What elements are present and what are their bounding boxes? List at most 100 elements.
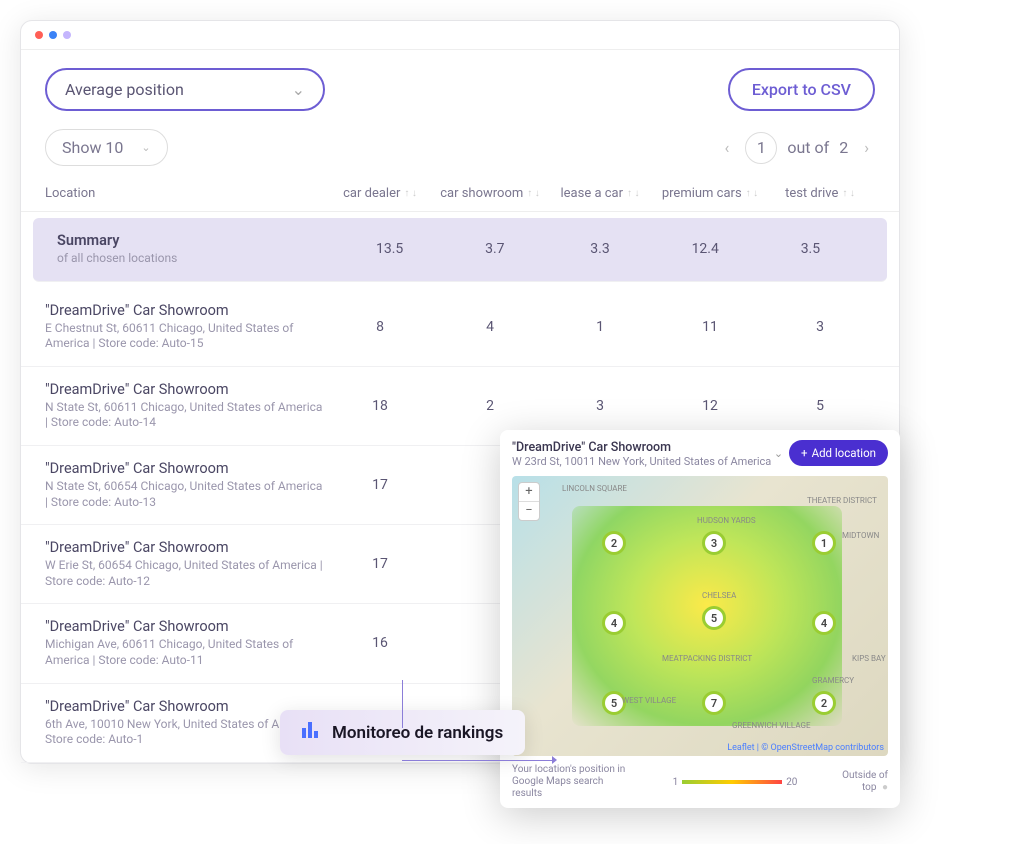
map-area-label: MIDTOWN [842,531,879,540]
connector-line [402,680,403,728]
show-count-select[interactable]: Show 10 ⌄ [45,129,168,166]
row-subtitle: E Chestnut St, 60611 Chicago, United Sta… [45,321,325,352]
sort-icon: ↑ ↓ [746,188,758,199]
cell-value: 1 [545,319,655,335]
sort-icon: ↑ ↓ [842,188,854,199]
map-marker[interactable]: 1 [812,531,836,555]
map-area-label: LINCOLN SQUARE [562,484,627,493]
map-canvas[interactable]: + − 231454572 LINCOLN SQUAREHUDSON YARDS… [512,476,888,756]
map-marker[interactable]: 2 [812,691,836,715]
header-col[interactable]: lease a car ↑ ↓ [545,186,655,201]
cell-value: 11 [655,319,765,335]
show-count-label: Show 10 [62,138,123,157]
map-legend: Your location's position in Google Maps … [512,764,888,800]
summary-title: Summary [57,232,337,249]
header-col[interactable]: premium cars ↑ ↓ [655,186,765,201]
window-dot-purple[interactable] [63,31,71,39]
map-marker[interactable]: 3 [702,531,726,555]
cell-value: 2 [435,398,545,414]
cell-value: 12 [655,398,765,414]
dot-icon: ● [882,782,888,793]
sort-icon: ↑ ↓ [527,188,539,199]
cell-value: 3 [765,319,875,335]
header-location: Location [45,186,325,201]
row-title: "DreamDrive" Car Showroom [45,460,325,477]
summary-value: 3.3 [547,241,652,257]
cell-value: 16 [325,635,435,651]
cell-value: 17 [325,556,435,572]
legend-min: 1 [673,777,679,788]
chevron-down-icon[interactable]: ⌄ [774,447,783,460]
summary-value: 3.7 [442,241,547,257]
map-area-label: CHELSEA [702,591,736,600]
titlebar [21,21,899,50]
callout-text: Monitoreo de rankings [332,723,503,743]
map-marker[interactable]: 4 [602,611,626,635]
bar-chart-icon [302,722,320,743]
map-marker[interactable]: 4 [812,611,836,635]
map-area-label: THEATER DISTRICT [807,496,877,505]
map-area-label: WEST VILLAGE [622,696,676,705]
row-title: "DreamDrive" Car Showroom [45,539,325,556]
zoom-control: + − [518,482,540,521]
map-location-address: W 23rd St, 10011 New York, United States… [512,455,771,468]
summary-value: 13.5 [337,241,442,257]
filter-label: Average position [65,80,184,99]
map-area-label: MEATPACKING DISTRICT [662,654,752,663]
filter-select[interactable]: Average position ⌄ [45,68,325,111]
summary-value: 12.4 [653,241,758,257]
cell-value: 8 [325,319,435,335]
zoom-out-button[interactable]: − [519,502,539,520]
map-marker[interactable]: 5 [702,606,726,630]
add-location-button[interactable]: + Add location [789,440,888,466]
chevron-down-icon: ⌄ [141,141,150,154]
cell-value: 4 [435,319,545,335]
row-subtitle: Michigan Ave, 60611 Chicago, United Stat… [45,637,325,668]
row-subtitle: N State St, 60611 Chicago, United States… [45,400,325,431]
toolbar: Average position ⌄ Export to CSV [21,50,899,129]
row-subtitle: N State St, 60654 Chicago, United States… [45,479,325,510]
legend-text: Your location's position in Google Maps … [512,764,632,800]
cell-value: 17 [325,477,435,493]
row-subtitle: W Erie St, 60654 Chicago, United States … [45,558,325,589]
table-header: Location car dealer ↑ ↓ car showroom ↑ ↓… [21,176,899,212]
header-col[interactable]: test drive ↑ ↓ [765,186,875,201]
map-location-title: "DreamDrive" Car Showroom [512,440,771,455]
map-area-label: HUDSON YARDS [697,516,756,525]
row-title: "DreamDrive" Car Showroom [45,302,325,319]
pager-total: 2 [839,138,848,157]
map-attribution: Leaflet | © OpenStreetMap contributors [727,743,884,753]
arrow-icon [552,756,557,764]
map-area-label: KIPS BAY [852,654,886,663]
summary-sub: of all chosen locations [57,251,337,267]
page-controls: Show 10 ⌄ ‹ 1 out of 2 › [21,129,899,176]
header-col[interactable]: car dealer ↑ ↓ [325,186,435,201]
pager: ‹ 1 out of 2 › [719,132,875,164]
pager-next[interactable]: › [858,138,875,157]
header-col[interactable]: car showroom ↑ ↓ [435,186,545,201]
pager-outof: out of [787,138,829,157]
map-marker[interactable]: 2 [602,531,626,555]
legend-max: 20 [786,777,797,788]
chevron-down-icon: ⌄ [292,80,305,99]
export-button[interactable]: Export to CSV [728,68,875,111]
cell-value: 18 [325,398,435,414]
window-dot-blue[interactable] [49,31,57,39]
row-title: "DreamDrive" Car Showroom [45,381,325,398]
map-area-label: GRAMERCY [812,676,854,685]
map-popup: "DreamDrive" Car Showroom W 23rd St, 100… [500,430,900,808]
add-location-label: Add location [812,446,876,460]
pager-prev[interactable]: ‹ [719,138,736,157]
cell-value: 5 [765,398,875,414]
window-dot-red[interactable] [35,31,43,39]
plus-icon: + [801,446,808,460]
legend-outside: Outside of top ● [838,770,888,794]
map-marker[interactable]: 7 [702,691,726,715]
pager-current[interactable]: 1 [745,132,777,164]
summary-value: 3.5 [758,241,863,257]
sort-icon: ↑ ↓ [404,188,416,199]
cell-value: 3 [545,398,655,414]
row-title: "DreamDrive" Car Showroom [45,618,325,635]
zoom-in-button[interactable]: + [519,483,539,502]
table-row[interactable]: "DreamDrive" Car Showroom E Chestnut St, … [21,288,899,367]
